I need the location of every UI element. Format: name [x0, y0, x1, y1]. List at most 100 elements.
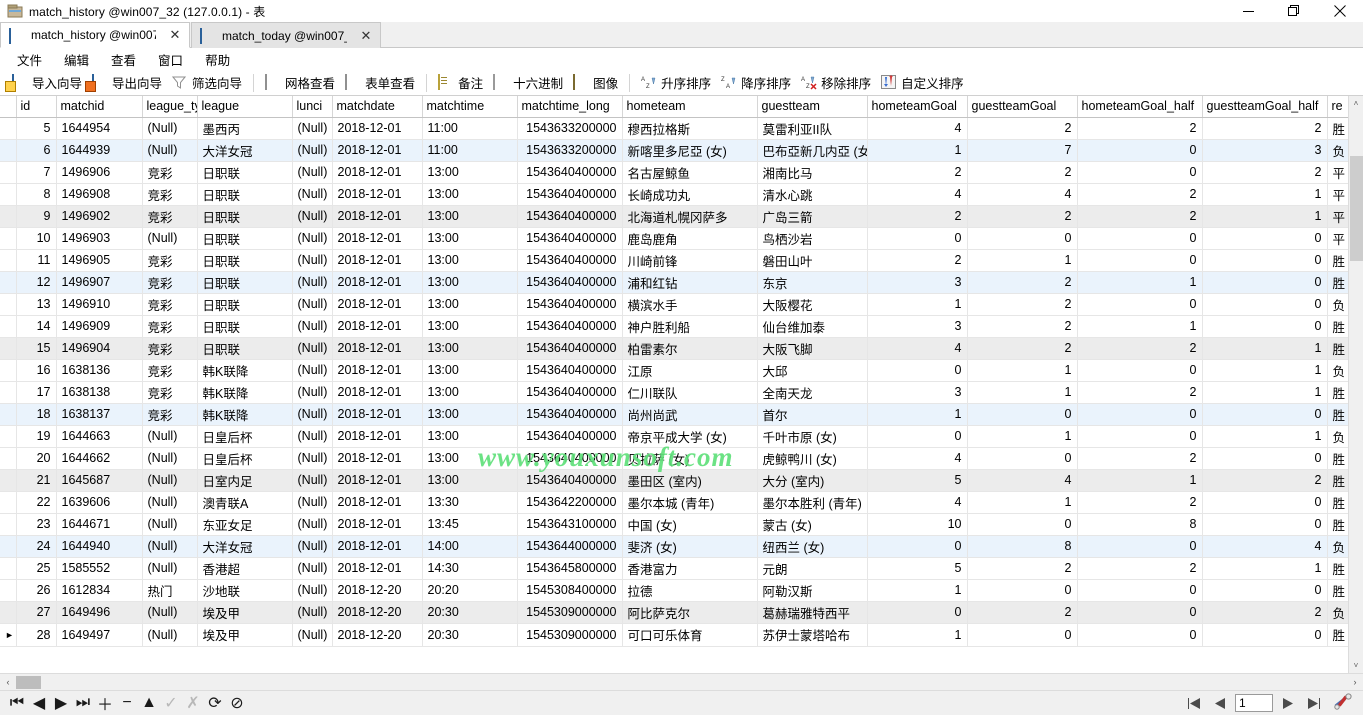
cell-league_type[interactable]: (Null)	[142, 447, 198, 470]
cell-matchid[interactable]: 1496903	[56, 227, 143, 250]
cell-league_type[interactable]: (Null)	[142, 623, 198, 647]
cell-id[interactable]: 23	[16, 513, 57, 536]
cell-hometeamGoal_half[interactable]: 0	[1077, 535, 1203, 558]
table-row[interactable]: 27 1649496 (Null) 埃及甲 (Null) 2018-12-20 20:30 1…	[0, 601, 1348, 624]
cell-matchid[interactable]: 1644940	[56, 535, 143, 558]
cell-matchtime[interactable]: 20:30	[422, 623, 518, 647]
cell-re[interactable]: 胜	[1327, 557, 1348, 580]
page-first-button[interactable]	[1181, 693, 1207, 713]
cell-matchdate[interactable]: 2018-12-01	[332, 513, 423, 536]
table-row[interactable]: 26 1612834 热门 沙地联 (Null) 2018-12-20 20:20 15453…	[0, 579, 1348, 602]
edit-record-button[interactable]: ▲	[138, 693, 160, 713]
cell-league_type[interactable]: 竞彩	[142, 337, 198, 360]
cell-league[interactable]: 沙地联	[197, 579, 293, 602]
cell-id[interactable]: 25	[16, 557, 57, 580]
cell-hometeamGoal_half[interactable]: 2	[1077, 557, 1203, 580]
cell-lunci[interactable]: (Null)	[292, 623, 333, 647]
cell-hometeamGoal[interactable]: 0	[867, 359, 968, 382]
cell-guestteam[interactable]: 首尔	[757, 403, 868, 426]
cell-matchtime[interactable]: 13:00	[422, 425, 518, 448]
stop-button[interactable]: ⊘	[226, 693, 248, 713]
table-row[interactable]: 14 1496909 竞彩 日职联 (Null) 2018-12-01 13:00 15436…	[0, 315, 1348, 338]
cell-id[interactable]: 8	[16, 183, 57, 206]
cell-matchid[interactable]: 1496907	[56, 271, 143, 294]
sort-remove-button[interactable]: A Z 移除排序	[796, 72, 876, 94]
cell-hometeamGoal_half[interactable]: 0	[1077, 139, 1203, 162]
cell-matchtime[interactable]: 11:00	[422, 139, 518, 162]
cell-guestteam[interactable]: 墨尔本胜利 (青年)	[757, 491, 868, 514]
hex-button[interactable]: 十六进制	[488, 72, 568, 94]
cell-matchtime_long[interactable]: 1543645800000	[517, 557, 623, 580]
cell-matchtime_long[interactable]: 1543640400000	[517, 205, 623, 228]
cell-hometeam[interactable]: 香港富力	[622, 557, 758, 580]
cell-league_type[interactable]: 竞彩	[142, 403, 198, 426]
cell-hometeam[interactable]: 名古屋鲸鱼	[622, 161, 758, 184]
cell-guestteamGoal[interactable]: 0	[967, 403, 1078, 426]
menu-edit[interactable]: 编辑	[53, 48, 100, 71]
cell-league_type[interactable]: (Null)	[142, 425, 198, 448]
cell-hometeam[interactable]: 神户胜利船	[622, 315, 758, 338]
cell-hometeamGoal_half[interactable]: 0	[1077, 425, 1203, 448]
cell-matchtime[interactable]: 13:00	[422, 337, 518, 360]
table-row[interactable]: 5 1644954 (Null) 墨西丙 (Null) 2018-12-01 11:00 15…	[0, 117, 1348, 140]
cell-guestteamGoal_half[interactable]: 0	[1202, 315, 1328, 338]
cell-hometeamGoal[interactable]: 10	[867, 513, 968, 536]
column-header-league_type[interactable]: league_type	[142, 96, 198, 118]
cell-hometeamGoal[interactable]: 5	[867, 557, 968, 580]
cell-hometeamGoal[interactable]: 4	[867, 491, 968, 514]
cell-hometeamGoal_half[interactable]: 2	[1077, 183, 1203, 206]
table-row[interactable]: 11 1496905 竞彩 日职联 (Null) 2018-12-01 13:00 15436…	[0, 249, 1348, 272]
refresh-button[interactable]: ⟳	[204, 693, 226, 713]
table-row[interactable]: 22 1639606 (Null) 澳青联A (Null) 2018-12-01 13:30…	[0, 491, 1348, 514]
cell-hometeamGoal_half[interactable]: 1	[1077, 315, 1203, 338]
cell-league[interactable]: 墨西丙	[197, 117, 293, 140]
cell-re[interactable]: 负	[1327, 535, 1348, 558]
cell-hometeam[interactable]: 长崎成功丸	[622, 183, 758, 206]
cell-guestteam[interactable]: 纽西兰 (女)	[757, 535, 868, 558]
menu-help[interactable]: 帮助	[194, 48, 241, 71]
cell-league_type[interactable]: 竞彩	[142, 161, 198, 184]
cell-guestteam[interactable]: 大阪樱花	[757, 293, 868, 316]
table-row[interactable]: 21 1645687 (Null) 日室内足 (Null) 2018-12-01 13:00…	[0, 469, 1348, 492]
cell-guestteam[interactable]: 虎鲸鸭川 (女)	[757, 447, 868, 470]
cell-matchid[interactable]: 1496905	[56, 249, 143, 272]
cell-id[interactable]: 28	[16, 623, 57, 647]
row-marker[interactable]	[0, 315, 17, 338]
cell-hometeamGoal_half[interactable]: 0	[1077, 293, 1203, 316]
cell-guestteamGoal[interactable]: 2	[967, 557, 1078, 580]
cell-lunci[interactable]: (Null)	[292, 271, 333, 294]
column-header-guestteamGoal[interactable]: guestteamGoal	[967, 96, 1078, 118]
cell-league_type[interactable]: 竞彩	[142, 293, 198, 316]
cell-hometeamGoal_half[interactable]: 1	[1077, 469, 1203, 492]
cell-league_type[interactable]: 竞彩	[142, 249, 198, 272]
minimize-button[interactable]	[1225, 0, 1271, 22]
column-header-hometeamGoal[interactable]: hometeamGoal	[867, 96, 968, 118]
page-prev-button[interactable]	[1207, 693, 1233, 713]
row-marker[interactable]	[0, 535, 17, 558]
cell-guestteamGoal_half[interactable]: 0	[1202, 227, 1328, 250]
cell-guestteamGoal[interactable]: 8	[967, 535, 1078, 558]
table-row[interactable]: 16 1638136 竞彩 韩K联降 (Null) 2018-12-01 13:00 1543…	[0, 359, 1348, 382]
column-header-guestteam[interactable]: guestteam	[757, 96, 868, 118]
column-header-matchtime_long[interactable]: matchtime_long	[517, 96, 623, 118]
cell-hometeamGoal[interactable]: 2	[867, 161, 968, 184]
cell-guestteam[interactable]: 元朗	[757, 557, 868, 580]
cell-guestteamGoal[interactable]: 1	[967, 491, 1078, 514]
cell-guestteamGoal_half[interactable]: 1	[1202, 183, 1328, 206]
cell-id[interactable]: 5	[16, 117, 57, 140]
cell-re[interactable]: 平	[1327, 227, 1348, 250]
cell-league_type[interactable]: (Null)	[142, 601, 198, 624]
cell-matchdate[interactable]: 2018-12-20	[332, 623, 423, 647]
cell-re[interactable]: 胜	[1327, 337, 1348, 360]
row-marker[interactable]	[0, 205, 17, 228]
form-view-button[interactable]: 表单查看	[340, 72, 420, 94]
cell-guestteamGoal_half[interactable]: 0	[1202, 271, 1328, 294]
table-row[interactable]: 15 1496904 竞彩 日职联 (Null) 2018-12-01 13:00 15436…	[0, 337, 1348, 360]
row-marker[interactable]	[0, 183, 17, 206]
cell-lunci[interactable]: (Null)	[292, 381, 333, 404]
cell-lunci[interactable]: (Null)	[292, 161, 333, 184]
cell-id[interactable]: 24	[16, 535, 57, 558]
cell-league[interactable]: 日职联	[197, 249, 293, 272]
cell-matchtime_long[interactable]: 1545308400000	[517, 579, 623, 602]
cell-league_type[interactable]: 竞彩	[142, 205, 198, 228]
